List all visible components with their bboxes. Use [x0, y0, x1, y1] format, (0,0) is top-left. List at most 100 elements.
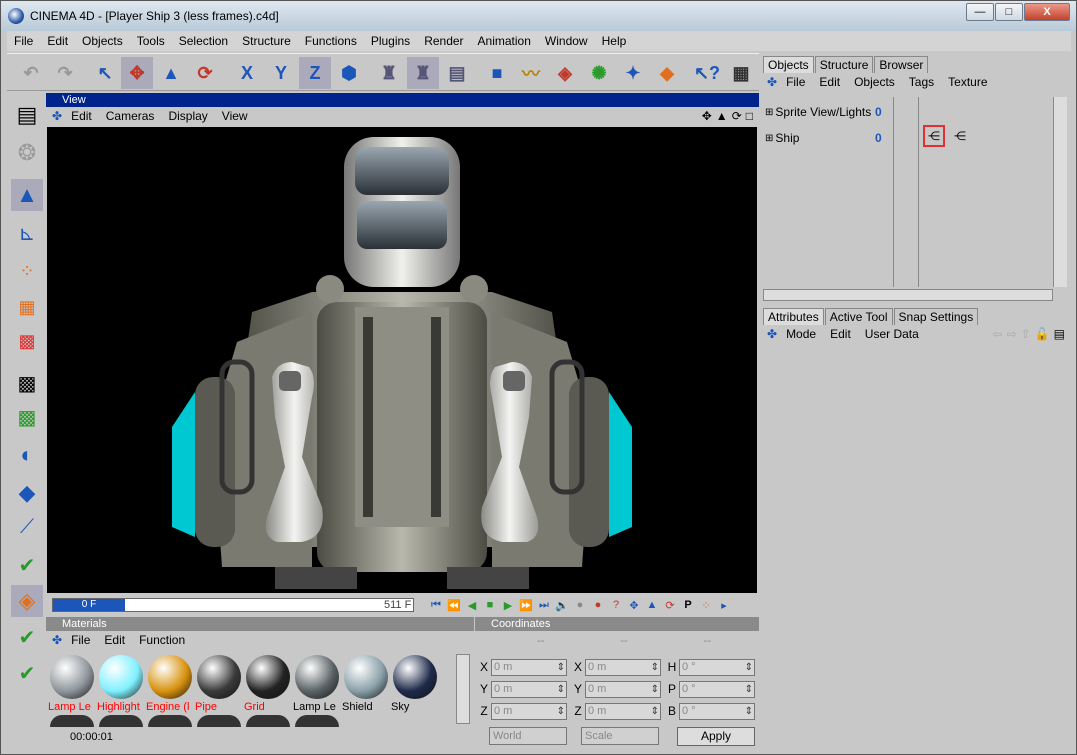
menu-animation[interactable]: Animation	[471, 34, 538, 48]
polygons-tool-icon[interactable]: ▩	[11, 325, 43, 357]
pin-icon[interactable]: ✤	[761, 327, 779, 341]
tab-attributes[interactable]: Attributes	[763, 308, 824, 325]
object-tool-icon[interactable]: ▲	[11, 179, 43, 211]
apply-button[interactable]: Apply	[677, 727, 755, 746]
view-menu-edit[interactable]: Edit	[64, 109, 99, 123]
time-slider[interactable]: 0 F	[52, 598, 414, 612]
materials-menu-file[interactable]: File	[64, 633, 97, 647]
spline-icon[interactable]: 〰	[515, 57, 547, 89]
menu-window[interactable]: Window	[538, 34, 595, 48]
scale-key-icon[interactable]: ▲	[644, 597, 660, 613]
scale-select[interactable]: Scale	[581, 727, 659, 745]
timeline-menu-icon[interactable]: ▸	[716, 597, 732, 613]
size-z-field[interactable]: 0 m	[585, 702, 661, 720]
points-tool-icon[interactable]: ⁘	[11, 255, 43, 287]
rot-p-field[interactable]: 0 °	[679, 680, 755, 698]
cube-icon[interactable]: ■	[481, 57, 513, 89]
nurbs-icon[interactable]: ◈	[549, 57, 581, 89]
menu-selection[interactable]: Selection	[172, 34, 235, 48]
z-axis-icon[interactable]: Z	[299, 57, 331, 89]
prev-key-icon[interactable]: ⏪	[446, 597, 462, 613]
autokey-icon[interactable]: ●	[590, 597, 606, 613]
materials-menu-function[interactable]: Function	[132, 633, 192, 647]
material-swatch[interactable]: Grid	[244, 653, 291, 713]
redo-icon[interactable]: ↷	[49, 57, 81, 89]
rotate-icon[interactable]: ⟳	[189, 57, 221, 89]
objects-scrollbar[interactable]	[1053, 97, 1067, 287]
3d-viewport[interactable]	[47, 127, 757, 593]
material-swatch[interactable]: Shield	[342, 653, 389, 713]
scale-icon[interactable]: ▲	[155, 57, 187, 89]
material-swatch[interactable]: Lamp Le	[293, 653, 340, 713]
menu-edit[interactable]: Edit	[40, 34, 75, 48]
expand-icon[interactable]: ⊞	[765, 107, 773, 118]
render-view-icon[interactable]: ♜	[373, 57, 405, 89]
animation-tool-icon[interactable]: ◆	[11, 477, 43, 509]
attributes-menu-mode[interactable]: Mode	[779, 327, 823, 341]
enable-axis-icon[interactable]: ✔	[11, 657, 43, 689]
objects-menu-file[interactable]: File	[779, 75, 812, 89]
size-x-field[interactable]: 0 m	[585, 658, 661, 676]
zoom-view-icon[interactable]: ▲	[714, 109, 730, 123]
bones-icon[interactable]: ◐	[11, 439, 43, 471]
edges-tool-icon[interactable]: ▦	[11, 291, 43, 323]
layout-icon[interactable]: ▦	[725, 57, 757, 89]
objects-menu-objects[interactable]: Objects	[847, 75, 902, 89]
objects-menu-edit[interactable]: Edit	[812, 75, 847, 89]
help-pointer-icon[interactable]: ↖?	[691, 57, 723, 89]
material-swatch[interactable]: Engine (l	[146, 653, 193, 713]
stop-icon[interactable]: ■	[482, 597, 498, 613]
workplane-icon[interactable]: ◈	[11, 585, 43, 617]
next-key-icon[interactable]: ⏩	[518, 597, 534, 613]
pin-icon[interactable]: ✤	[761, 75, 779, 89]
attributes-menu-user-data[interactable]: User Data	[858, 327, 926, 341]
pos-z-field[interactable]: 0 m	[491, 702, 567, 720]
maximize-button[interactable]: □	[995, 3, 1023, 21]
texture-axis-icon[interactable]: ▩	[11, 401, 43, 433]
view-menu-cameras[interactable]: Cameras	[99, 109, 162, 123]
menu-structure[interactable]: Structure	[235, 34, 298, 48]
objects-menu-texture[interactable]: Texture	[941, 75, 994, 89]
scene-object-icon[interactable]: ◆	[651, 57, 683, 89]
tab-objects[interactable]: Objects	[763, 56, 814, 73]
ik-tool-icon[interactable]: ⟋	[11, 511, 43, 543]
y-axis-icon[interactable]: Y	[265, 57, 297, 89]
tag-icon[interactable]: ⋲	[949, 125, 971, 147]
object-row-sprite-view-lights[interactable]: ⊞ Sprite View/Lights 0	[765, 105, 882, 119]
menu-help[interactable]: Help	[595, 34, 634, 48]
back-arrow-icon[interactable]: ⇦	[991, 327, 1005, 341]
record-icon[interactable]: ●	[572, 597, 588, 613]
attributes-menu-edit[interactable]: Edit	[823, 327, 858, 341]
model-tool-icon[interactable]: ❂	[11, 137, 43, 169]
forward-arrow-icon[interactable]: ⇨	[1005, 327, 1019, 341]
menu-objects[interactable]: Objects	[75, 34, 130, 48]
keyframe-help-icon[interactable]: ?	[608, 597, 624, 613]
menu-render[interactable]: Render	[417, 34, 470, 48]
texture-tool-icon[interactable]: ▩	[11, 367, 43, 399]
protection-tag-icon[interactable]: ⋲	[923, 125, 945, 147]
object-row-ship[interactable]: ⊞ Ship 0	[765, 131, 882, 145]
menu-file[interactable]: File	[7, 34, 40, 48]
array-icon[interactable]: ✺	[583, 57, 615, 89]
maximize-view-icon[interactable]: □	[744, 109, 759, 123]
menu-plugins[interactable]: Plugins	[364, 34, 417, 48]
tab-snap-settings[interactable]: Snap Settings	[893, 308, 979, 325]
up-arrow-icon[interactable]: ⇧	[1019, 327, 1033, 341]
quantize-icon[interactable]: ✔	[11, 621, 43, 653]
pos-y-field[interactable]: 0 m	[491, 680, 567, 698]
move-icon[interactable]: ✥	[121, 57, 153, 89]
pin-icon[interactable]: ✤	[46, 109, 64, 123]
tab-structure[interactable]: Structure	[814, 56, 874, 73]
pos-x-field[interactable]: 0 m	[491, 658, 567, 676]
view-menu-view[interactable]: View	[215, 109, 255, 123]
play-backward-icon[interactable]: ◀	[464, 597, 480, 613]
rot-h-field[interactable]: 0 °	[679, 658, 755, 676]
coordinate-system-icon[interactable]: ⬢	[333, 57, 365, 89]
new-panel-icon[interactable]: ▤	[1052, 327, 1071, 341]
x-axis-icon[interactable]: X	[231, 57, 263, 89]
position-key-icon[interactable]: ✥	[626, 597, 642, 613]
materials-menu-edit[interactable]: Edit	[97, 633, 132, 647]
undo-icon[interactable]: ↶	[15, 57, 47, 89]
materials-scrollbar[interactable]	[456, 654, 470, 724]
sound-icon[interactable]: 🔈	[554, 597, 570, 613]
